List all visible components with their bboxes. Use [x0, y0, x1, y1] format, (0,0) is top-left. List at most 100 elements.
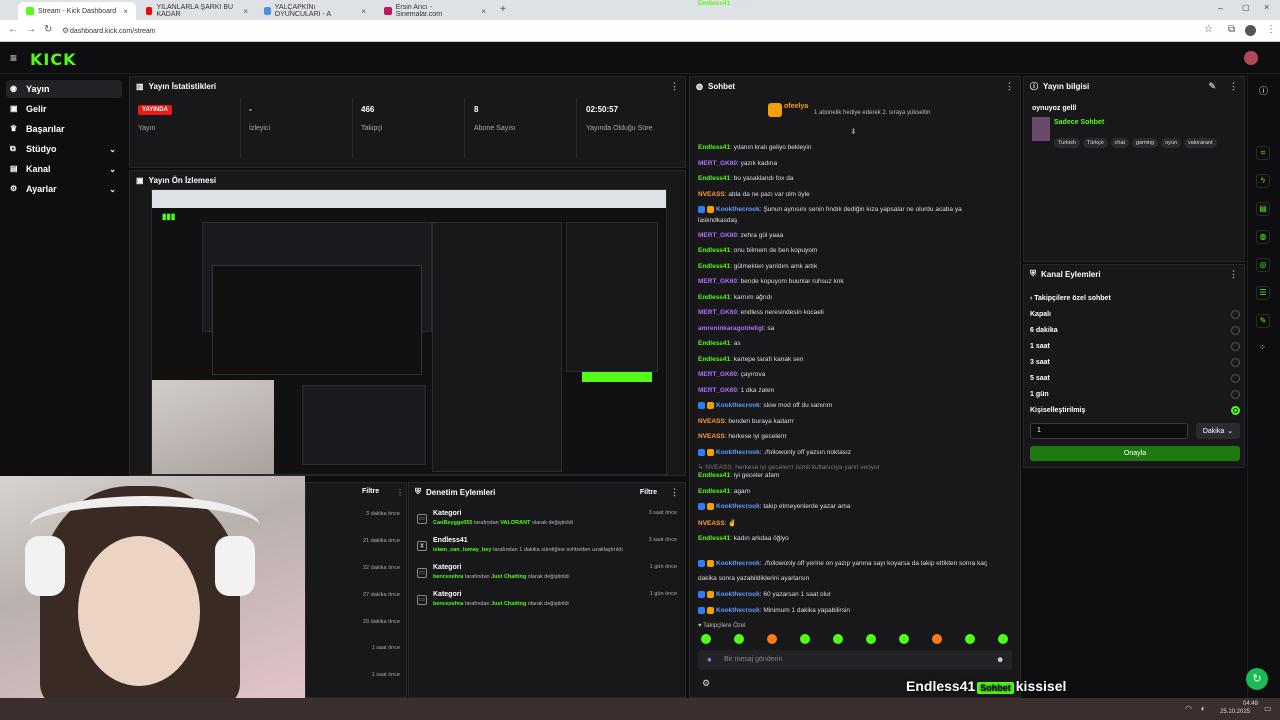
chat-username[interactable]: MERT_GK60 [698, 371, 737, 378]
sidebar-item-kanal[interactable]: ▤ Kanal ⌄ [6, 160, 122, 178]
chat-username[interactable]: NVEASS [698, 418, 725, 425]
sidebar-item-gelir[interactable]: ▣ Gelir [6, 100, 122, 118]
kick-logo[interactable]: KICK [30, 50, 77, 69]
site-info-icon[interactable]: ⚙ [62, 26, 69, 35]
chat-username[interactable]: Endless41 [698, 247, 730, 254]
emote-icon[interactable] [767, 634, 777, 644]
radio-button[interactable] [1231, 390, 1240, 399]
maximize-button[interactable]: ▢ [1242, 3, 1250, 12]
more-options-icon[interactable]: ⋮ [670, 81, 679, 92]
send-button[interactable]: Sohbet [977, 682, 1014, 694]
chat-username[interactable]: Kookthecrook [716, 503, 760, 510]
collapse-icon[interactable]: ⇟ [850, 127, 857, 136]
confirm-button[interactable]: Onayla [1030, 446, 1240, 461]
browser-tab[interactable]: Stream - Kick Dashboard × [18, 2, 136, 20]
radio-button[interactable] [1231, 374, 1240, 383]
back-icon[interactable]: ← [8, 24, 18, 35]
chat-username[interactable]: NVEASS [698, 520, 725, 527]
more-options-icon[interactable]: ⋮ [670, 487, 679, 498]
chat-username[interactable]: Endless41 [698, 0, 730, 7]
edit-icon[interactable]: ✎ [1208, 81, 1216, 92]
document-icon[interactable]: ▤ [1256, 202, 1270, 216]
chat-username[interactable]: Kookthecrook [716, 206, 760, 213]
sidebar-item-basarilar[interactable]: ♛ Başarılar [6, 120, 122, 138]
chat-username[interactable]: MERT_GK60 [698, 387, 737, 394]
profile-avatar[interactable] [1245, 25, 1256, 36]
close-icon[interactable]: × [243, 7, 248, 16]
emote-icon[interactable] [899, 634, 909, 644]
browser-tab[interactable]: YILANLARLA ŞARKI BU KADAR × [138, 2, 256, 20]
close-icon[interactable]: × [481, 7, 486, 16]
sidebar-item-studyo[interactable]: ⧉ Stüdyo ⌄ [6, 140, 122, 158]
filter-button[interactable]: Filtre [640, 489, 657, 496]
duration-input[interactable]: 1 [1030, 423, 1188, 439]
chat-username[interactable]: Endless41 [698, 144, 730, 151]
emote-icon[interactable] [734, 634, 744, 644]
apps-icon[interactable]: ⁘ [1259, 343, 1266, 352]
chat-username[interactable]: Kookthecrook [716, 449, 760, 456]
radio-button[interactable] [1231, 310, 1240, 319]
chat-username[interactable]: MERT_GK60 [698, 232, 737, 239]
chat-username[interactable]: Kookthecrook [716, 402, 760, 409]
emoji-picker-icon[interactable]: ☻ [996, 655, 1004, 664]
menu-icon[interactable]: ⋮ [1266, 24, 1276, 35]
refresh-fab-icon[interactable]: ↻ [1246, 668, 1268, 690]
emote-icon[interactable] [833, 634, 843, 644]
url-field[interactable]: dashboard.kick.com/stream [70, 24, 1200, 38]
emote-icon[interactable] [866, 634, 876, 644]
chat-username[interactable]: Endless41 [698, 356, 730, 363]
reload-icon[interactable]: ↻ [44, 24, 52, 35]
chat-username[interactable]: Kookthecrook [716, 607, 760, 614]
emote-icon[interactable] [800, 634, 810, 644]
close-window-button[interactable]: × [1264, 2, 1269, 12]
radio-button[interactable] [1231, 406, 1240, 415]
filter-button[interactable]: Filtre [362, 488, 379, 495]
mic-icon[interactable]: ● [707, 655, 712, 664]
chat-username[interactable]: Kookthecrook [716, 560, 760, 567]
chat-username[interactable]: Endless41 [698, 488, 730, 495]
browser-tab[interactable]: Ersin Arıcı - Sinemalar.com × [376, 2, 494, 20]
chat-username[interactable]: NVEASS [698, 191, 725, 198]
chat-username[interactable]: MERT_GK60 [698, 160, 737, 167]
emote-icon[interactable] [965, 634, 975, 644]
more-options-icon[interactable]: ⋮ [396, 488, 404, 497]
radio-button[interactable] [1231, 358, 1240, 367]
chat-username[interactable]: amreninkaragotdeligi [698, 325, 764, 332]
emote-icon[interactable] [701, 634, 711, 644]
notification-icon[interactable]: ▭ [1264, 704, 1272, 713]
hamburger-menu-icon[interactable]: ≡ [10, 51, 17, 65]
wrench-icon[interactable]: ✎ [1256, 314, 1270, 328]
new-tab-button[interactable]: + [500, 4, 506, 15]
settings-icon[interactable]: ⚙ [702, 678, 710, 689]
chat-username[interactable]: Endless41 [698, 294, 730, 301]
radio-button[interactable] [1231, 342, 1240, 351]
chat-username[interactable]: Endless41 [698, 535, 730, 542]
stream-preview-video[interactable]: ▮▮▮ [151, 189, 667, 475]
unit-select[interactable]: Dakika ⌄ [1196, 423, 1240, 439]
list-icon[interactable]: ☰ [1256, 286, 1270, 300]
back-button[interactable]: ‹ Takipçilere özel sohbet [1030, 295, 1111, 302]
chat-icon[interactable]: ◍ [1256, 230, 1270, 244]
chat-username[interactable]: MERT_GK60 [698, 278, 737, 285]
minimize-button[interactable]: – [1218, 3, 1223, 13]
extensions-icon[interactable]: ⧉ [1228, 24, 1235, 35]
network-icon[interactable]: ◠ [1185, 704, 1192, 713]
bolt-icon[interactable]: ϟ [1256, 174, 1270, 188]
more-options-icon[interactable]: ⋮ [1005, 81, 1014, 92]
chat-username[interactable]: Endless41 [698, 263, 730, 270]
more-options-icon[interactable]: ⋮ [1229, 269, 1238, 280]
emote-icon[interactable] [998, 634, 1008, 644]
category-name[interactable]: Sadece Sohbet [1054, 119, 1104, 126]
chat-username[interactable]: MERT_GK60 [698, 309, 737, 316]
chat-username[interactable]: Endless41 [698, 175, 730, 182]
sidebar-item-ayarlar[interactable]: ⚙ Ayarlar ⌄ [6, 180, 122, 198]
chat-username[interactable]: Kookthecrook [716, 591, 760, 598]
user-avatar[interactable] [1244, 51, 1258, 65]
sidebar-item-yayin[interactable]: ◉ Yayın [6, 80, 122, 98]
radio-button[interactable] [1231, 326, 1240, 335]
browser-tab[interactable]: YALÇAPKINı OYUNCULARI - A × [256, 2, 374, 20]
bookmark-icon[interactable]: ☆ [1204, 24, 1213, 35]
chat-username[interactable]: NVEASS [698, 433, 725, 440]
info-icon[interactable]: ⓘ [1259, 84, 1268, 97]
forward-icon[interactable]: → [26, 24, 36, 35]
